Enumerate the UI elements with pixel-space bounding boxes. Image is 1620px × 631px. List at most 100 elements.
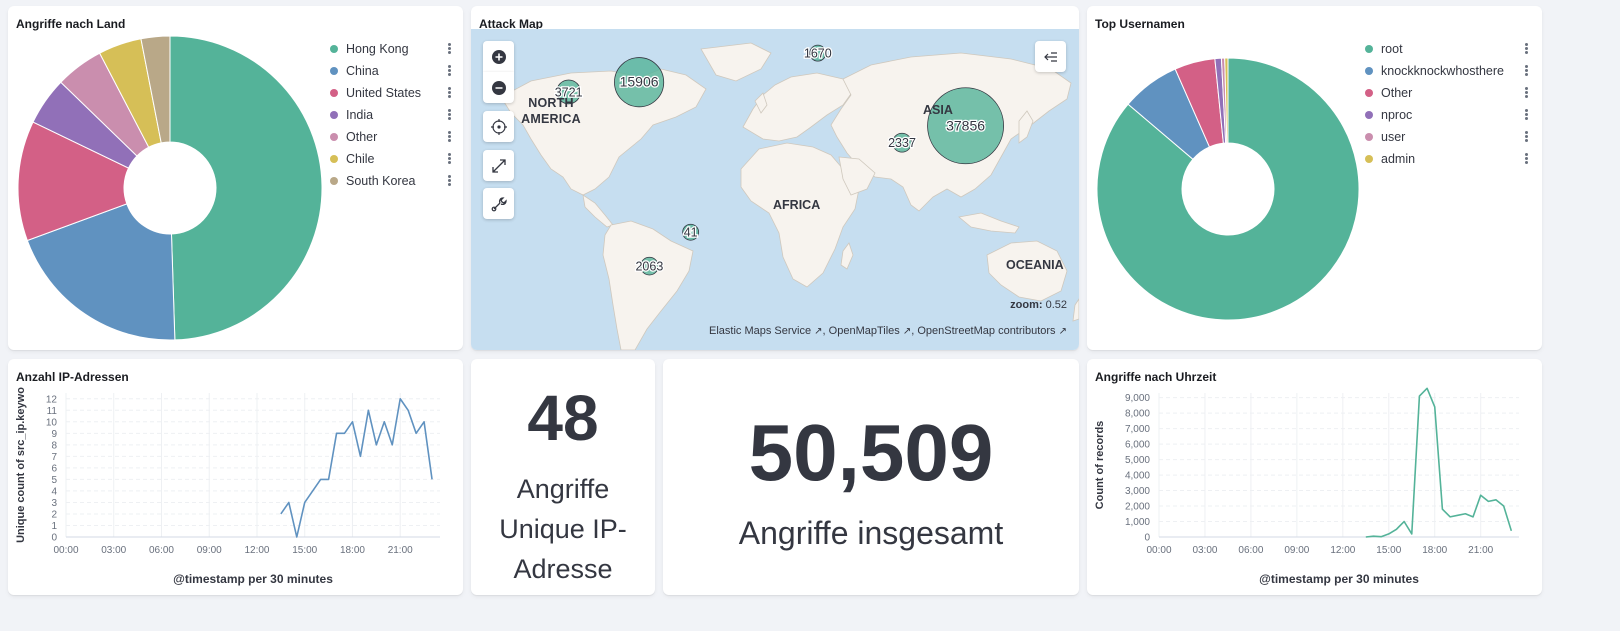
legend-item-user[interactable]: user: [1365, 126, 1529, 148]
y-tick-label: 3: [51, 498, 57, 509]
data-point[interactable]: [1456, 513, 1460, 517]
land-new-zealand: [1072, 298, 1079, 322]
legend-item-other[interactable]: Other: [1365, 82, 1529, 104]
x-tick-label: 06:00: [1238, 545, 1263, 556]
ip-count-line-chart[interactable]: 00:00 03:00 06:00 09:00 12:00 15:00 18:00 21:00…: [8, 385, 463, 591]
legend-item-chile[interactable]: Chile: [330, 148, 452, 170]
zoom-label: zoom:: [1010, 299, 1043, 311]
legend-options-icon[interactable]: [1525, 65, 1529, 77]
legend-color-dot: [1365, 155, 1373, 163]
legend-item-india[interactable]: India: [330, 104, 452, 126]
y-tick-label: 2: [51, 509, 57, 520]
legend-label: Other: [346, 130, 378, 144]
fit-bounds-button[interactable]: [483, 150, 514, 181]
data-point[interactable]: [1486, 499, 1490, 503]
data-point[interactable]: [1471, 515, 1475, 519]
data-point[interactable]: [1502, 504, 1506, 508]
legend-options-icon[interactable]: [1525, 153, 1529, 165]
data-point[interactable]: [382, 420, 386, 424]
data-point[interactable]: [350, 420, 354, 424]
data-point[interactable]: [1433, 405, 1437, 409]
attacks-by-time-line-chart[interactable]: 00:00 03:00 06:00 09:00 12:00 15:00 18:00 21:00…: [1087, 385, 1542, 591]
data-point[interactable]: [295, 535, 299, 539]
legend-item-south-korea[interactable]: South Korea: [330, 170, 452, 192]
legend-color-dot: [330, 45, 338, 53]
layer-toggle-button[interactable]: [1035, 41, 1066, 72]
data-point[interactable]: [1448, 515, 1452, 519]
data-point[interactable]: [406, 408, 410, 412]
attribution-openmaptiles[interactable]: OpenMapTiles: [829, 325, 900, 337]
legend-color-dot: [330, 177, 338, 185]
data-point[interactable]: [414, 431, 418, 435]
data-point[interactable]: [1425, 386, 1429, 390]
data-point[interactable]: [1394, 527, 1398, 531]
minus-icon: [491, 80, 506, 95]
legend-item-nproc[interactable]: nproc: [1365, 104, 1529, 126]
data-point[interactable]: [1387, 532, 1391, 536]
attribution-openstreetmap[interactable]: OpenStreetMap contributors: [917, 325, 1055, 337]
data-point[interactable]: [422, 420, 426, 424]
legend-options-icon[interactable]: [448, 65, 452, 77]
legend-item-hong-kong[interactable]: Hong Kong: [330, 38, 452, 60]
legend-item-root[interactable]: root: [1365, 38, 1529, 60]
world-map[interactable]: 1670372115906378562337412063: [471, 29, 1079, 350]
legend-options-icon[interactable]: [1525, 131, 1529, 143]
data-point[interactable]: [1463, 512, 1467, 516]
legend-options-icon[interactable]: [448, 109, 452, 121]
data-point[interactable]: [366, 408, 370, 412]
zoom-value: 0.52: [1045, 299, 1067, 311]
data-point[interactable]: [1509, 529, 1513, 533]
legend-label: Chile: [346, 152, 375, 166]
data-point[interactable]: [1417, 394, 1421, 398]
data-point[interactable]: [1494, 498, 1498, 502]
data-point[interactable]: [1440, 507, 1444, 511]
data-point[interactable]: [1364, 535, 1368, 539]
legend-item-knockknockwhosthere[interactable]: knockknockwhosthere: [1365, 60, 1529, 82]
data-point[interactable]: [327, 477, 331, 481]
legend-item-other[interactable]: Other: [330, 126, 452, 148]
data-point[interactable]: [358, 454, 362, 458]
legend-options-icon[interactable]: [1525, 43, 1529, 55]
data-point[interactable]: [1410, 532, 1414, 536]
legend-item-china[interactable]: China: [330, 60, 452, 82]
legend-options-icon[interactable]: [448, 131, 452, 143]
data-point[interactable]: [1379, 535, 1383, 539]
attacks-by-time-panel: Angriffe nach Uhrzeit 00:00 03:00 06:00 09:…: [1087, 359, 1542, 595]
locate-button[interactable]: [483, 111, 514, 142]
legend-options-icon[interactable]: [448, 43, 452, 55]
y-tick-label: 6,000: [1125, 440, 1150, 451]
y-tick-label: 9: [51, 429, 57, 440]
data-point[interactable]: [311, 489, 315, 493]
legend-item-united-states[interactable]: United States: [330, 82, 452, 104]
data-point[interactable]: [390, 443, 394, 447]
usernames-donut-chart[interactable]: [1093, 54, 1363, 324]
legend-options-icon[interactable]: [448, 175, 452, 187]
data-point[interactable]: [1371, 534, 1375, 538]
data-point[interactable]: [335, 431, 339, 435]
map-canvas[interactable]: 1670 3721 15906 37856 2337 41 2063 NORTH AMERI…: [471, 29, 1079, 350]
data-point[interactable]: [303, 500, 307, 504]
data-point[interactable]: [374, 443, 378, 447]
pie-slice-hong-kong[interactable]: [169, 35, 323, 341]
countries-donut-chart[interactable]: [10, 28, 330, 348]
attribution-elastic-maps[interactable]: Elastic Maps Service: [709, 325, 811, 337]
legend-options-icon[interactable]: [1525, 109, 1529, 121]
data-point[interactable]: [287, 500, 291, 504]
map-tools-button[interactable]: [483, 188, 514, 219]
data-point[interactable]: [1402, 520, 1406, 524]
data-point[interactable]: [343, 431, 347, 435]
y-tick-label: 2,000: [1125, 502, 1150, 513]
legend-options-icon[interactable]: [1525, 87, 1529, 99]
x-axis-title: @timestamp per 30 minutes: [173, 572, 333, 586]
data-point[interactable]: [279, 512, 283, 516]
series-line[interactable]: [1365, 387, 1513, 538]
data-point[interactable]: [1479, 493, 1483, 497]
zoom-out-button[interactable]: [483, 72, 514, 103]
legend-item-admin[interactable]: admin: [1365, 148, 1529, 170]
data-point[interactable]: [398, 397, 402, 401]
legend-options-icon[interactable]: [448, 87, 452, 99]
data-point[interactable]: [319, 477, 323, 481]
data-point[interactable]: [430, 477, 434, 481]
legend-options-icon[interactable]: [448, 153, 452, 165]
zoom-in-button[interactable]: [483, 41, 514, 72]
